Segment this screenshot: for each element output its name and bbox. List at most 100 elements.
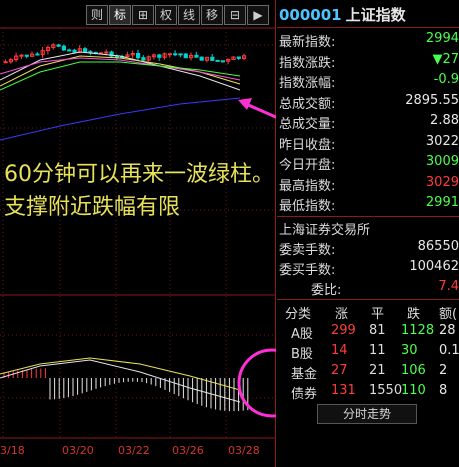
quote-label: 今日开盘: — [279, 158, 336, 173]
breadth-category: 基金 — [291, 367, 318, 382]
quote-value: -0.9 — [433, 72, 459, 87]
quote-row: 总成交额: 2895.55 — [277, 92, 459, 112]
quote-row: 今日开盘: 3009 — [277, 154, 459, 173]
index-name: 上证指数 — [345, 6, 406, 24]
order-value: 7.4 — [438, 279, 459, 294]
index-title[interactable]: 000001 上证指数 — [279, 4, 406, 25]
breadth-row: 基金 27 21 106 2 — [277, 362, 459, 382]
order-label: 委比: — [311, 283, 342, 298]
toolbar-button[interactable]: ⊟ — [224, 5, 246, 25]
ma-line-blue — [0, 97, 241, 141]
breadth-down: 30 — [401, 343, 418, 358]
exchange-label-row: 上海证券交易所 — [277, 219, 459, 238]
quote-row: 昨日收盘: 3022 — [277, 134, 459, 153]
candle-body — [157, 54, 162, 58]
breadth-amount: 2 — [439, 363, 448, 378]
quote-label: 总成交量: — [279, 117, 336, 132]
candle-body — [210, 56, 215, 61]
order-value: 86550 — [417, 239, 459, 254]
ma-line-green — [0, 61, 241, 91]
candle-body — [167, 53, 173, 56]
date-label: 03/28 — [228, 444, 260, 457]
candle-body — [215, 59, 220, 62]
candle-body — [236, 56, 241, 59]
ma-line-magenta — [0, 57, 241, 81]
candle-body — [3, 61, 8, 64]
annotation-text-1: 60分钟可以再来一波绿柱。 — [4, 162, 274, 187]
quote-label: 最高指数: — [279, 178, 336, 194]
candle-body — [199, 56, 204, 61]
order-row: 委卖手数: 86550 — [277, 239, 459, 258]
breadth-down: 106 — [401, 363, 426, 378]
order-row: 委买手数: 100462 — [277, 259, 459, 278]
quote-value: 2994 — [425, 31, 459, 46]
candle-body — [35, 53, 40, 56]
breadth-down: 110 — [401, 383, 426, 398]
index-code: 000001 — [279, 6, 342, 24]
toolbar-button[interactable]: ⊞ — [132, 5, 154, 25]
kline-chart — [0, 0, 276, 467]
candle-body — [173, 53, 178, 56]
quote-row: 最低指数: 2991 — [277, 195, 459, 214]
quote-label: 总成交额: — [279, 96, 336, 112]
candle-body — [136, 52, 141, 59]
toolbar-button[interactable]: 权 — [155, 5, 177, 25]
exchange-label: 上海证券交易所 — [279, 223, 371, 238]
annotation-arrow — [245, 102, 276, 119]
breadth-row: 债券 131 1550 110 8 — [277, 382, 459, 402]
date-label: 03/20 — [62, 444, 94, 457]
header-amount: 额( — [439, 307, 458, 322]
breadth-up: 14 — [331, 343, 348, 358]
quote-label: 昨日收盘: — [279, 137, 336, 153]
header-category: 分类 — [285, 307, 312, 322]
breadth-row: B股 14 11 30 0.1 — [277, 342, 459, 362]
header-up: 涨 — [335, 307, 349, 322]
header-down: 跌 — [407, 307, 421, 322]
breadth-up: 27 — [331, 363, 348, 378]
toolbar-button[interactable]: 线 — [178, 5, 200, 25]
annotation-circle — [237, 348, 276, 418]
quote-label: 指数涨幅: — [279, 76, 336, 91]
intraday-chart-tab[interactable]: 分时走势 — [317, 404, 417, 424]
breadth-flat: 11 — [369, 343, 386, 358]
candle-body — [220, 60, 226, 63]
quote-value: 2.88 — [430, 113, 459, 128]
quote-row: 总成交量: 2.88 — [277, 113, 459, 132]
candle-body — [19, 54, 24, 57]
breadth-up: 131 — [331, 383, 356, 398]
quote-value: 2895.55 — [405, 92, 459, 108]
breadth-category: B股 — [291, 347, 313, 362]
breadth-amount: 0.1 — [439, 343, 459, 358]
quote-value: 3009 — [425, 154, 459, 169]
candle-body — [83, 48, 88, 53]
quote-row: 最高指数: 3029 — [277, 175, 459, 194]
header-flat: 平 — [371, 307, 385, 322]
toolbar-button[interactable]: ▶ — [247, 5, 269, 25]
toolbar-button[interactable]: 标 — [109, 5, 131, 25]
breadth-amount: 28 — [439, 323, 456, 338]
quote-label: 指数涨跌: — [279, 55, 336, 71]
candle-body — [72, 49, 77, 53]
breadth-header: 分类 涨 平 跌 额( — [277, 302, 459, 322]
breadth-down: 1128 — [401, 323, 435, 338]
quote-row: 指数涨幅: -0.9 — [277, 72, 459, 91]
quote-value: ▼27 — [432, 51, 459, 67]
date-label: 03/26 — [172, 444, 204, 457]
toolbar-button[interactable]: 则 — [86, 5, 108, 25]
candle-body — [194, 54, 199, 58]
candle-body — [24, 54, 29, 57]
quote-value: 2991 — [425, 195, 459, 210]
toolbar-button[interactable]: 移 — [201, 5, 223, 25]
breadth-flat: 81 — [369, 323, 386, 338]
candle-body — [61, 45, 66, 51]
kline-chart-area[interactable]: 则标 ⊞ 权线移 ⊟ ▶ 60分钟可以再来一波绿柱。 支撑附近跌幅有限 3/18 03/… — [0, 0, 276, 467]
macd-dif-line — [0, 359, 241, 403]
quote-row: 指数涨跌: ▼27 — [277, 51, 459, 71]
breadth-row: A股 299 81 1128 28 — [277, 322, 459, 342]
annotation-text-2: 支撑附近跌幅有限 — [4, 195, 181, 220]
date-label: 3/18 — [0, 444, 25, 457]
candle-body — [178, 53, 183, 56]
order-value: 100462 — [409, 259, 459, 274]
order-label: 委卖手数: — [279, 243, 336, 258]
candle-body — [183, 53, 188, 59]
